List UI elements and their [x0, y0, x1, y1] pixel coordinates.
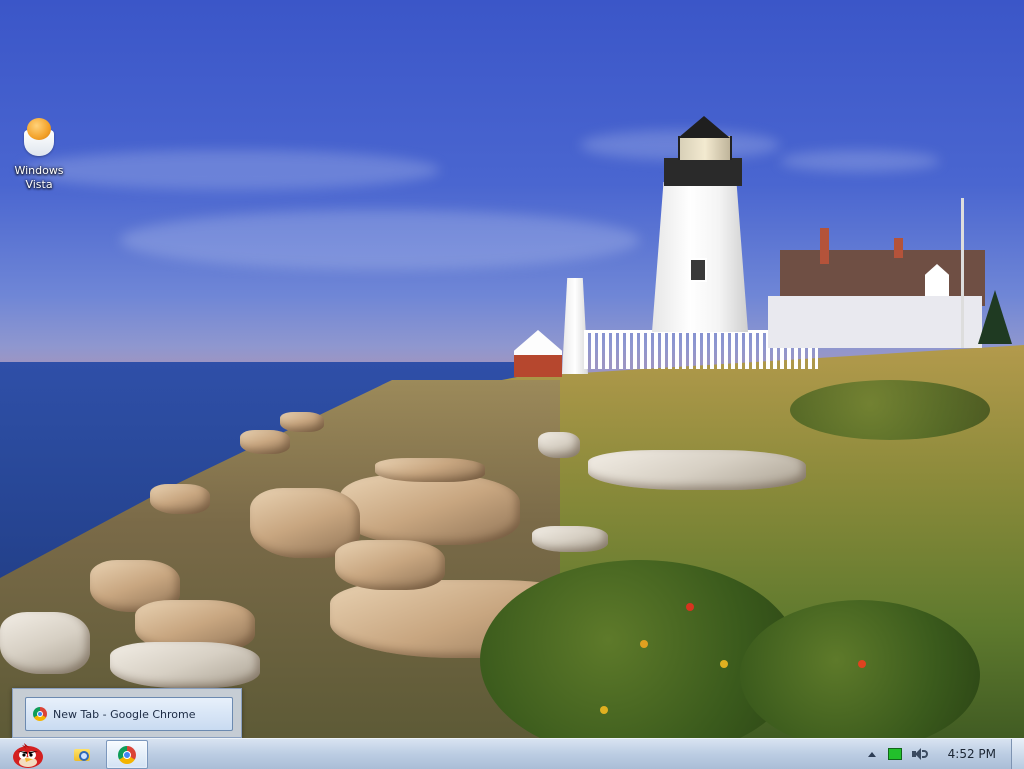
start-button[interactable]	[4, 739, 50, 769]
rock	[532, 526, 608, 552]
rock	[150, 484, 210, 514]
windows-explorer-icon	[73, 746, 91, 762]
shrub	[790, 380, 990, 440]
rock	[375, 458, 485, 482]
google-chrome-icon	[118, 745, 136, 764]
taskbar: 4:52 PM	[0, 738, 1024, 769]
cloud	[780, 150, 940, 172]
desktop-icon-windows-vista[interactable]: Windows Vista	[8, 118, 70, 192]
flag-pole	[961, 198, 964, 348]
flower	[858, 660, 866, 668]
google-chrome-icon	[33, 707, 47, 721]
lighthouse-window	[689, 258, 707, 282]
lighthouse-lantern	[678, 136, 732, 160]
show-hidden-icons-arrow[interactable]	[867, 751, 876, 757]
show-desktop-button[interactable]	[1011, 739, 1024, 769]
rock	[335, 540, 445, 590]
volume-icon[interactable]	[911, 748, 928, 760]
rock	[240, 430, 290, 454]
flower	[720, 660, 728, 668]
taskbar-chrome-button[interactable]	[106, 740, 148, 769]
lighthouse-tower	[652, 182, 748, 332]
rock	[588, 450, 806, 490]
thumbnail-window-item[interactable]: New Tab - Google Chrome	[25, 697, 233, 731]
rock	[0, 612, 90, 674]
rock	[110, 642, 260, 688]
shrub	[740, 600, 980, 738]
thumbnail-window-title: New Tab - Google Chrome	[53, 707, 196, 721]
chimney	[820, 228, 829, 264]
battery-icon[interactable]	[887, 748, 902, 760]
lighthouse-roof	[678, 116, 730, 138]
small-house-base	[514, 355, 562, 377]
clock[interactable]: 4:52 PM	[948, 747, 996, 761]
lighthouse-gallery	[664, 158, 742, 186]
egg-cup-icon	[24, 118, 54, 158]
taskbar-explorer-button[interactable]	[62, 740, 102, 767]
rock	[538, 432, 580, 458]
rock	[340, 475, 520, 545]
keeper-house	[768, 296, 982, 348]
system-tray: 4:52 PM	[867, 739, 1010, 769]
cloud	[120, 210, 640, 270]
flower	[686, 603, 694, 611]
desktop-icon-label: Windows Vista	[14, 164, 64, 191]
desktop-wallpaper: Windows Vista	[0, 0, 1024, 738]
flower	[640, 640, 648, 648]
angry-bird-icon	[13, 743, 43, 768]
rock	[280, 412, 324, 432]
cloud	[20, 150, 440, 190]
chimney	[894, 238, 903, 258]
flower	[600, 706, 608, 714]
taskbar-thumbnail-popup: New Tab - Google Chrome	[12, 688, 242, 738]
